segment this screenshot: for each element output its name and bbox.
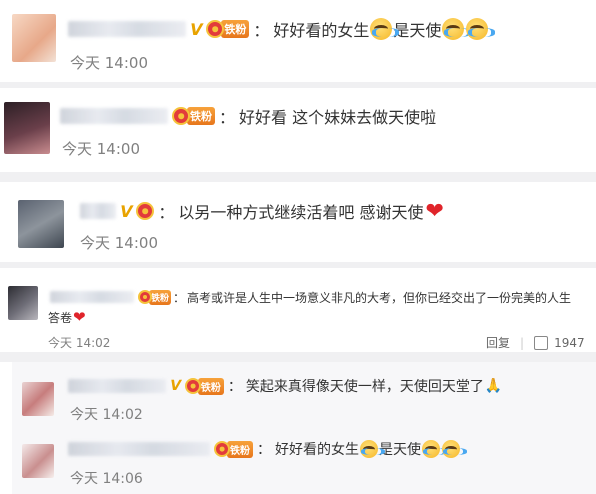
avatar[interactable] <box>18 200 64 248</box>
avatar[interactable] <box>8 286 38 320</box>
reply-time: 今天 14:02 <box>70 407 143 423</box>
comment-text: 好好看的女生 <box>273 21 370 40</box>
reply-block: V 铁粉 ： 笑起来真得像天使一样，天使回天堂了 🙏 今天 14:02 铁粉 ：… <box>0 362 596 494</box>
comment-header: 铁粉 ： 高考或许是人生中一场意义非凡的大考，但你已经交出了一份完美的人生 <box>50 288 571 306</box>
crown-icon <box>136 202 155 220</box>
comment-text-2: 答卷 <box>48 310 73 325</box>
crown-icon <box>138 290 152 304</box>
username[interactable] <box>50 291 134 303</box>
fan-badge: V 铁粉 <box>168 377 224 395</box>
badge-label: 铁粉 <box>197 377 224 395</box>
crown-icon <box>172 107 190 125</box>
username[interactable] <box>68 442 210 456</box>
colon: ： <box>257 442 271 458</box>
vip-v-icon: V <box>168 378 183 394</box>
crown-icon <box>184 378 201 394</box>
reply-time: 今天 14:06 <box>70 471 143 487</box>
colon: ： <box>173 290 186 305</box>
red-heart-emoji: ❤ <box>425 198 444 224</box>
fan-badge: 铁粉 <box>138 289 172 305</box>
crying-face-emoji <box>370 18 399 40</box>
comment-card: V 铁粉 ： 好好看的女生 是天使 今天 14:00 <box>0 0 596 82</box>
comment-card: 铁粉 ： 高考或许是人生中一场意义非凡的大考，但你已经交出了一份完美的人生 答卷… <box>0 268 596 352</box>
badge-label: 铁粉 <box>221 20 250 38</box>
comment-actions: 回复 | 1947 <box>486 334 585 351</box>
reply-text: 笑起来真得像天使一样，天使回天堂了 <box>245 379 484 395</box>
reply-button[interactable]: 回复 <box>486 334 510 351</box>
colon: ： <box>227 379 242 395</box>
comment-text: 好好看 这个妹妹去做天使啦 <box>239 108 437 127</box>
comment-feed: V 铁粉 ： 好好看的女生 是天使 今天 14:00 铁粉 ： 好好看 这个妹妹… <box>0 0 596 494</box>
fan-badge: 铁粉 <box>214 440 253 458</box>
comment-text-line2: 答卷 ❤ <box>48 308 86 326</box>
username[interactable] <box>80 203 116 219</box>
fan-badge: V <box>117 201 155 221</box>
crying-face-emoji <box>360 440 385 458</box>
comment-card: V ： 以另一种方式继续活着吧 感谢天使 ❤ 今天 14:00 <box>0 182 596 262</box>
avatar[interactable] <box>4 102 50 154</box>
badge-label: 铁粉 <box>149 289 172 305</box>
comment-time: 今天 14:00 <box>80 234 158 252</box>
colon: ： <box>253 21 270 40</box>
username[interactable] <box>68 21 186 37</box>
crown-icon <box>214 441 230 457</box>
crying-face-emoji <box>442 18 471 40</box>
comment-time: 今天 14:00 <box>62 140 140 158</box>
comment-card: 铁粉 ： 好好看 这个妹妹去做天使啦 今天 14:00 <box>0 88 596 172</box>
like-count: 1947 <box>554 335 585 350</box>
crying-face-emoji <box>442 440 467 458</box>
reply-text: 好好看的女生 <box>275 442 359 458</box>
reply-header: V 铁粉 ： 笑起来真得像天使一样，天使回天堂了 🙏 <box>68 376 502 396</box>
folded-hands-emoji: 🙏 <box>484 378 503 394</box>
reply-header: 铁粉 ： 好好看的女生 是天使 <box>68 438 467 460</box>
reply-text-2: 是天使 <box>379 442 421 458</box>
comment-time: 今天 14:02 <box>48 336 111 350</box>
vip-v-icon: V <box>117 201 135 221</box>
comment-header: V 铁粉 ： 好好看的女生 是天使 <box>68 18 495 40</box>
comment-text: 以另一种方式继续活着吧 感谢天使 <box>178 203 424 222</box>
avatar[interactable] <box>22 382 54 416</box>
thumbs-up-icon[interactable] <box>534 335 549 350</box>
divider: | <box>520 335 525 350</box>
badge-label: 铁粉 <box>187 107 215 125</box>
username[interactable] <box>60 108 168 124</box>
comment-header: V ： 以另一种方式继续活着吧 感谢天使 ❤ <box>80 198 444 224</box>
crying-face-emoji <box>422 440 447 458</box>
comment-header: 铁粉 ： 好好看 这个妹妹去做天使啦 <box>60 105 436 127</box>
fan-badge: V 铁粉 <box>187 19 250 39</box>
avatar[interactable] <box>12 14 56 62</box>
comment-text: 高考或许是人生中一场意义非凡的大考，但你已经交出了一份完美的人生 <box>187 290 572 305</box>
crying-face-emoji <box>466 18 495 40</box>
fan-badge: 铁粉 <box>172 107 215 125</box>
colon: ： <box>219 108 236 127</box>
badge-label: 铁粉 <box>227 440 253 458</box>
avatar[interactable] <box>22 444 54 478</box>
comment-time: 今天 14:00 <box>70 54 148 72</box>
vip-v-icon: V <box>187 19 205 39</box>
red-heart-emoji: ❤ <box>73 308 86 326</box>
colon: ： <box>158 203 175 222</box>
username[interactable] <box>68 379 166 393</box>
comment-text-2: 是天使 <box>393 21 442 40</box>
